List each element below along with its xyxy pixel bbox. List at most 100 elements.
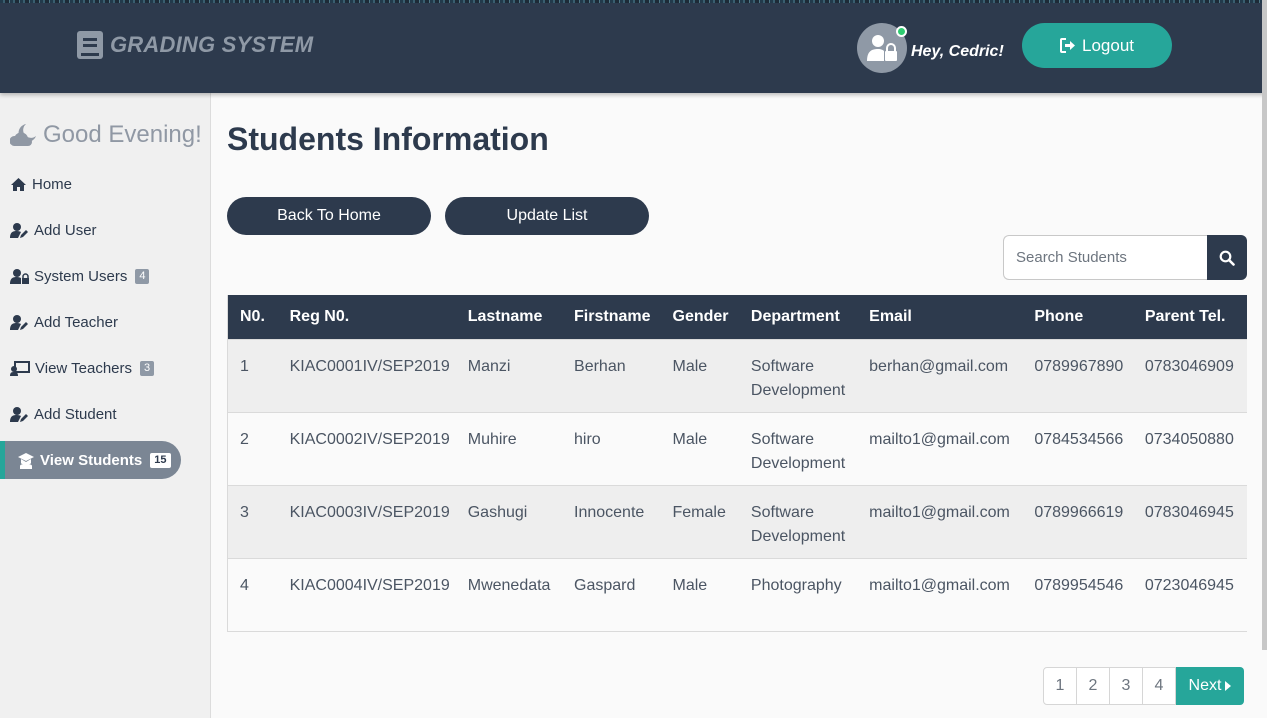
sidebar-item-view-teachers[interactable]: View Teachers 3 bbox=[10, 360, 155, 377]
brand-logo[interactable]: GRADING SYSTEM bbox=[77, 31, 313, 59]
logout-label: Logout bbox=[1082, 35, 1134, 55]
cell-number: 4 bbox=[240, 576, 249, 594]
search-input[interactable]: Search Students bbox=[1003, 235, 1207, 280]
cell-email: mailto1@gmail.com bbox=[869, 430, 1010, 448]
count-badge: 15 bbox=[150, 452, 171, 468]
column-header[interactable]: Department bbox=[739, 295, 857, 339]
cell-phone: 0789966619 bbox=[1034, 503, 1124, 521]
sidebar-item-home[interactable]: Home bbox=[10, 176, 72, 193]
logout-button[interactable]: Logout bbox=[1022, 23, 1172, 68]
sidebar-item-add-student[interactable]: Add Student bbox=[10, 406, 117, 423]
page-link-2[interactable]: 2 bbox=[1076, 667, 1110, 705]
graduate-icon bbox=[18, 452, 34, 469]
cell-department: Software Development bbox=[750, 430, 846, 472]
search-icon bbox=[1219, 250, 1235, 266]
count-badge: 3 bbox=[140, 361, 155, 376]
cell-gender: Male bbox=[672, 430, 708, 448]
cell-gender: Male bbox=[672, 357, 708, 375]
home-icon bbox=[11, 178, 26, 191]
avatar[interactable] bbox=[857, 23, 907, 73]
cell-department: Software Development bbox=[750, 503, 846, 545]
table-header-row: N0. Reg N0. Lastname Firstname Gender De… bbox=[227, 295, 1247, 339]
online-status-dot bbox=[896, 26, 907, 37]
sidebar: Good Evening! Home Add User System Users… bbox=[0, 93, 211, 718]
cell-gender: Male bbox=[672, 576, 708, 594]
user-edit-icon bbox=[10, 315, 28, 330]
page-scrollbar[interactable] bbox=[1262, 0, 1267, 650]
cell-phone: 0789954546 bbox=[1034, 576, 1124, 594]
cell-firstname: Gaspard bbox=[574, 576, 636, 594]
cell-number: 2 bbox=[240, 430, 249, 448]
sidebar-item-view-students[interactable]: View Students 15 bbox=[0, 441, 181, 479]
sidebar-greeting-text: Good Evening! bbox=[43, 121, 202, 148]
book-icon bbox=[77, 31, 103, 59]
table-row[interactable]: 2 KIAC0002IV/SEP2019 Muhire hiro Male So… bbox=[227, 412, 1247, 485]
cell-reg-number: KIAC0003IV/SEP2019 bbox=[289, 503, 450, 521]
column-header[interactable]: Gender bbox=[661, 295, 739, 339]
user-lock-icon bbox=[867, 35, 897, 61]
pagination: 1 2 3 4 Next bbox=[1043, 667, 1244, 705]
user-edit-icon bbox=[10, 407, 28, 422]
page-link-3[interactable]: 3 bbox=[1109, 667, 1143, 705]
students-table: N0. Reg N0. Lastname Firstname Gender De… bbox=[227, 295, 1247, 632]
search-button[interactable] bbox=[1207, 235, 1247, 280]
cell-lastname: Muhire bbox=[467, 430, 517, 448]
table-row[interactable]: 1 KIAC0001IV/SEP2019 Manzi Berhan Male S… bbox=[227, 339, 1247, 412]
sidebar-item-label: System Users bbox=[34, 268, 128, 285]
column-header[interactable]: Firstname bbox=[562, 295, 660, 339]
page-link-4[interactable]: 4 bbox=[1142, 667, 1176, 705]
column-header[interactable]: Reg N0. bbox=[278, 295, 456, 339]
cell-number: 3 bbox=[240, 503, 249, 521]
column-header[interactable]: N0. bbox=[228, 295, 278, 339]
chalkboard-teacher-icon bbox=[10, 361, 30, 376]
sign-out-icon bbox=[1060, 38, 1075, 53]
column-header[interactable]: Lastname bbox=[456, 295, 562, 339]
cell-email: mailto1@gmail.com bbox=[869, 576, 1010, 594]
sidebar-item-add-user[interactable]: Add User bbox=[10, 222, 97, 239]
cell-lastname: Mwenedata bbox=[467, 576, 551, 594]
cell-firstname: Berhan bbox=[574, 357, 626, 375]
cell-reg-number: KIAC0001IV/SEP2019 bbox=[289, 357, 450, 375]
sidebar-item-system-users[interactable]: System Users 4 bbox=[10, 268, 150, 285]
back-to-home-button[interactable]: Back To Home bbox=[227, 197, 431, 235]
page-link-1[interactable]: 1 bbox=[1043, 667, 1077, 705]
brand-name: GRADING SYSTEM bbox=[110, 32, 314, 57]
sidebar-item-label: View Teachers bbox=[35, 360, 133, 377]
cell-email: mailto1@gmail.com bbox=[869, 503, 1010, 521]
next-page-button[interactable]: Next bbox=[1176, 667, 1244, 705]
next-label: Next bbox=[1188, 677, 1222, 694]
cell-phone: 0784534566 bbox=[1034, 430, 1124, 448]
column-header[interactable]: Email bbox=[857, 295, 1022, 339]
cell-reg-number: KIAC0004IV/SEP2019 bbox=[289, 576, 450, 594]
update-list-button[interactable]: Update List bbox=[445, 197, 649, 235]
cell-email: berhan@gmail.com bbox=[869, 357, 1009, 375]
cell-department: Software Development bbox=[750, 357, 846, 399]
cell-firstname: hiro bbox=[574, 430, 601, 448]
column-header[interactable]: Parent Tel. bbox=[1133, 295, 1247, 339]
sidebar-item-label: View Students bbox=[40, 451, 143, 469]
top-navbar: GRADING SYSTEM Hey, Cedric! Logout bbox=[0, 0, 1267, 93]
table-row[interactable]: 4 KIAC0004IV/SEP2019 Mwenedata Gaspard M… bbox=[227, 558, 1247, 631]
cell-parent-tel: 0783046945 bbox=[1144, 503, 1234, 521]
table-row[interactable]: 3 KIAC0003IV/SEP2019 Gashugi Innocente F… bbox=[227, 485, 1247, 558]
sidebar-greeting: Good Evening! bbox=[10, 121, 202, 149]
sidebar-item-label: Home bbox=[32, 176, 73, 193]
cell-parent-tel: 0734050880 bbox=[1144, 430, 1234, 448]
caret-right-icon bbox=[1225, 681, 1232, 691]
cell-number: 1 bbox=[240, 357, 249, 375]
cell-gender: Female bbox=[672, 503, 726, 521]
cloud-moon-icon bbox=[10, 124, 36, 146]
cell-reg-number: KIAC0002IV/SEP2019 bbox=[289, 430, 450, 448]
user-edit-icon bbox=[10, 223, 28, 238]
search-box: Search Students bbox=[1003, 235, 1247, 280]
user-greeting: Hey, Cedric! bbox=[911, 43, 1004, 60]
cell-phone: 0789967890 bbox=[1034, 357, 1124, 375]
sidebar-item-label: Add Teacher bbox=[34, 314, 118, 331]
cell-lastname: Gashugi bbox=[467, 503, 528, 521]
cell-parent-tel: 0783046909 bbox=[1144, 357, 1234, 375]
page-title: Students Information bbox=[227, 121, 549, 157]
sidebar-item-add-teacher[interactable]: Add Teacher bbox=[10, 314, 118, 331]
cell-department: Photography bbox=[750, 576, 842, 594]
cell-lastname: Manzi bbox=[467, 357, 511, 375]
column-header[interactable]: Phone bbox=[1022, 295, 1133, 339]
